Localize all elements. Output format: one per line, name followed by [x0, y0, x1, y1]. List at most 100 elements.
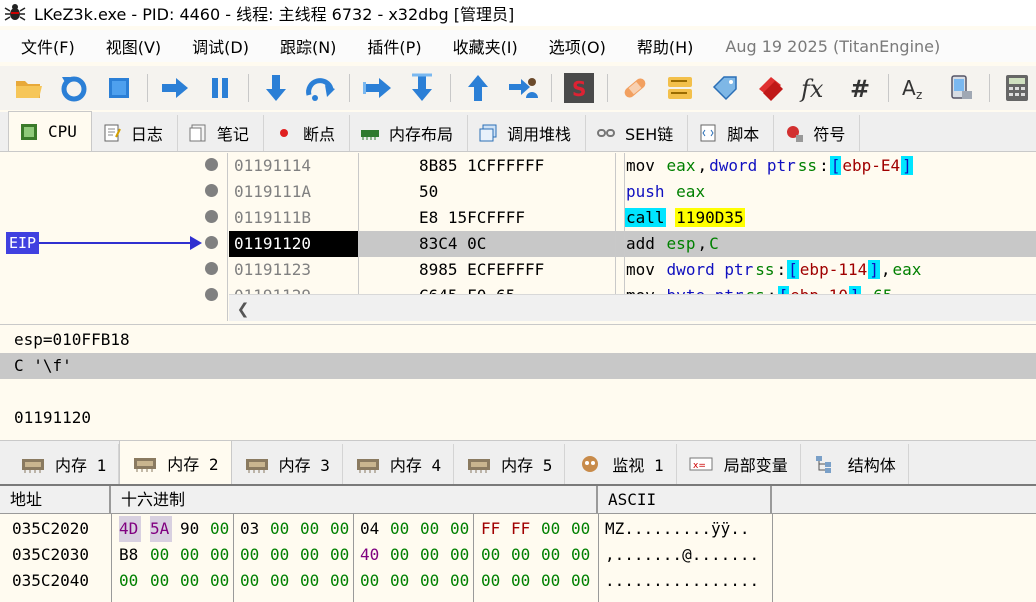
menu-view[interactable]: 视图(V)	[95, 34, 172, 58]
horizontal-scrollbar[interactable]: ❮	[229, 294, 1036, 321]
dump-byte[interactable]: 00	[390, 516, 412, 542]
restart-icon[interactable]	[57, 71, 91, 105]
dump-byte[interactable]: 00	[210, 568, 232, 594]
dump-byte[interactable]: 00	[571, 568, 593, 594]
tab-script[interactable]: 脚本	[688, 115, 775, 151]
step-over-icon[interactable]	[304, 71, 338, 105]
menu-plugins[interactable]: 插件(P)	[356, 34, 432, 58]
tab-dump-1[interactable]: 内存 1	[8, 444, 120, 484]
dump-byte[interactable]: 00	[420, 516, 442, 542]
disasm-row[interactable]: 01191114 8B85 1CFFFFFF mov eax, dword ptr ss…	[229, 153, 1036, 179]
scroll-left-icon[interactable]: ❮	[233, 299, 253, 319]
dump-byte[interactable]: 00	[571, 516, 593, 542]
dump-ascii[interactable]: ................	[605, 568, 759, 594]
dump-byte[interactable]: 00	[450, 568, 472, 594]
dump-header-ascii[interactable]: ASCII	[598, 486, 772, 514]
info-line-selected[interactable]: C '\f'	[0, 353, 1036, 379]
menu-options[interactable]: 选项(O)	[538, 34, 617, 58]
tab-call-stack[interactable]: 调用堆栈	[468, 115, 586, 151]
tab-seh-chain[interactable]: SEH链	[586, 115, 689, 151]
open-icon[interactable]	[12, 71, 46, 105]
dump-byte[interactable]: 00	[541, 542, 563, 568]
patch-icon[interactable]	[618, 71, 652, 105]
execute-till-return-icon[interactable]	[405, 71, 439, 105]
dump-byte[interactable]: 00	[450, 516, 472, 542]
dump-byte[interactable]: 00	[270, 542, 292, 568]
disassembly-view[interactable]: EIP 01191114 8B85 1CFFFFFF mov eax, dword p…	[0, 153, 1036, 321]
dump-header-hex[interactable]: 十六进制	[111, 486, 598, 514]
dump-byte[interactable]: 03	[240, 516, 262, 542]
menu-favourites[interactable]: 收藏夹(I)	[442, 34, 529, 58]
dump-byte[interactable]: FF	[511, 516, 533, 542]
dump-byte[interactable]: 00	[210, 542, 232, 568]
tab-dump-3[interactable]: 内存 3	[232, 444, 343, 484]
comment-icon[interactable]	[663, 71, 697, 105]
step-into-icon[interactable]	[259, 71, 293, 105]
menu-debug[interactable]: 调试(D)	[181, 34, 260, 58]
memory-dump[interactable]: 地址 十六进制 ASCII 035C2020 4D 5A 90 00 03 00 00 00 04…	[0, 484, 1036, 602]
dump-byte[interactable]: 00	[210, 516, 232, 542]
dump-byte[interactable]: 00	[300, 516, 322, 542]
tab-watch-1[interactable]: 监视 1	[565, 444, 677, 484]
dump-byte[interactable]: 00	[119, 568, 141, 594]
dump-byte[interactable]: 00	[240, 542, 262, 568]
disasm-row[interactable]: 0119111B E8 15FCFFFF call 1190D35	[229, 205, 1036, 231]
dump-byte[interactable]: 00	[390, 542, 412, 568]
stop-icon[interactable]	[102, 71, 136, 105]
dump-byte[interactable]: B8	[119, 542, 141, 568]
dump-byte[interactable]: 00	[240, 568, 262, 594]
dump-byte[interactable]: 00	[541, 516, 563, 542]
dump-row[interactable]: 035C2020 4D 5A 90 00 03 00 00 00 04 00 00 00 FF FF 00 00…	[0, 516, 1036, 542]
font-icon[interactable]: Az	[899, 71, 933, 105]
dump-header-address[interactable]: 地址	[0, 486, 111, 514]
dump-byte[interactable]: 4D	[119, 516, 141, 542]
tab-dump-2[interactable]: 内存 2	[119, 440, 232, 484]
dump-byte[interactable]: 00	[511, 568, 533, 594]
tab-locals[interactable]: x= 局部变量	[677, 444, 801, 484]
dump-byte[interactable]: FF	[481, 516, 503, 542]
tab-symbols[interactable]: 符号	[774, 115, 861, 151]
hash-icon[interactable]: #	[843, 71, 877, 105]
breakpoint-dot[interactable]	[205, 210, 218, 223]
device-icon[interactable]	[944, 71, 978, 105]
tab-cpu[interactable]: CPU	[8, 111, 92, 151]
tab-dump-5[interactable]: 内存 5	[454, 444, 566, 484]
dump-byte[interactable]: 04	[360, 516, 382, 542]
dump-byte[interactable]: 00	[390, 568, 412, 594]
menu-trace[interactable]: 跟踪(N)	[269, 34, 347, 58]
dump-byte[interactable]: 00	[571, 542, 593, 568]
dump-byte[interactable]: 00	[330, 568, 352, 594]
tab-log[interactable]: 日志	[92, 115, 178, 151]
dump-ascii[interactable]: MZ.........ÿÿ..	[605, 516, 750, 542]
dump-byte[interactable]: 5A	[150, 516, 172, 542]
dump-byte[interactable]: 00	[481, 542, 503, 568]
tab-dump-4[interactable]: 内存 4	[343, 444, 455, 484]
dump-row[interactable]: 035C2030 B8 00 00 00 00 00 00 00 40 00 00 00 00 00 00 00…	[0, 542, 1036, 568]
dump-byte[interactable]: 00	[150, 542, 172, 568]
disasm-row-current[interactable]: 01191120 83C4 0C add esp, C	[229, 231, 1036, 257]
tab-breakpoints[interactable]: 断点	[264, 115, 350, 151]
menu-help[interactable]: 帮助(H)	[626, 34, 705, 58]
scylla-icon[interactable]: S	[562, 71, 596, 105]
step-out-icon[interactable]	[461, 71, 495, 105]
dump-byte[interactable]: 00	[180, 568, 202, 594]
dump-byte[interactable]: 00	[420, 568, 442, 594]
dump-byte[interactable]: 00	[330, 516, 352, 542]
dump-ascii[interactable]: ,.......@.......	[605, 542, 759, 568]
breakpoint-dot[interactable]	[205, 288, 218, 301]
dump-row[interactable]: 035C2040 00 00 00 00 00 00 00 00 00 00 00 00 00 00 00 00…	[0, 568, 1036, 594]
dump-byte[interactable]: 90	[180, 516, 202, 542]
breakpoint-dot[interactable]	[205, 184, 218, 197]
dump-byte[interactable]: 00	[270, 568, 292, 594]
run-icon[interactable]	[158, 71, 192, 105]
dump-byte[interactable]: 00	[330, 542, 352, 568]
dump-byte[interactable]: 00	[300, 568, 322, 594]
dump-byte[interactable]: 40	[360, 542, 382, 568]
breakpoint-dot[interactable]	[205, 158, 218, 171]
disasm-row[interactable]: 0119111A 50 push eax	[229, 179, 1036, 205]
dump-byte[interactable]: 00	[481, 568, 503, 594]
dump-byte[interactable]: 00	[450, 542, 472, 568]
function-icon[interactable]: fx	[798, 71, 832, 105]
dump-byte[interactable]: 00	[420, 542, 442, 568]
dump-byte[interactable]: 00	[270, 516, 292, 542]
